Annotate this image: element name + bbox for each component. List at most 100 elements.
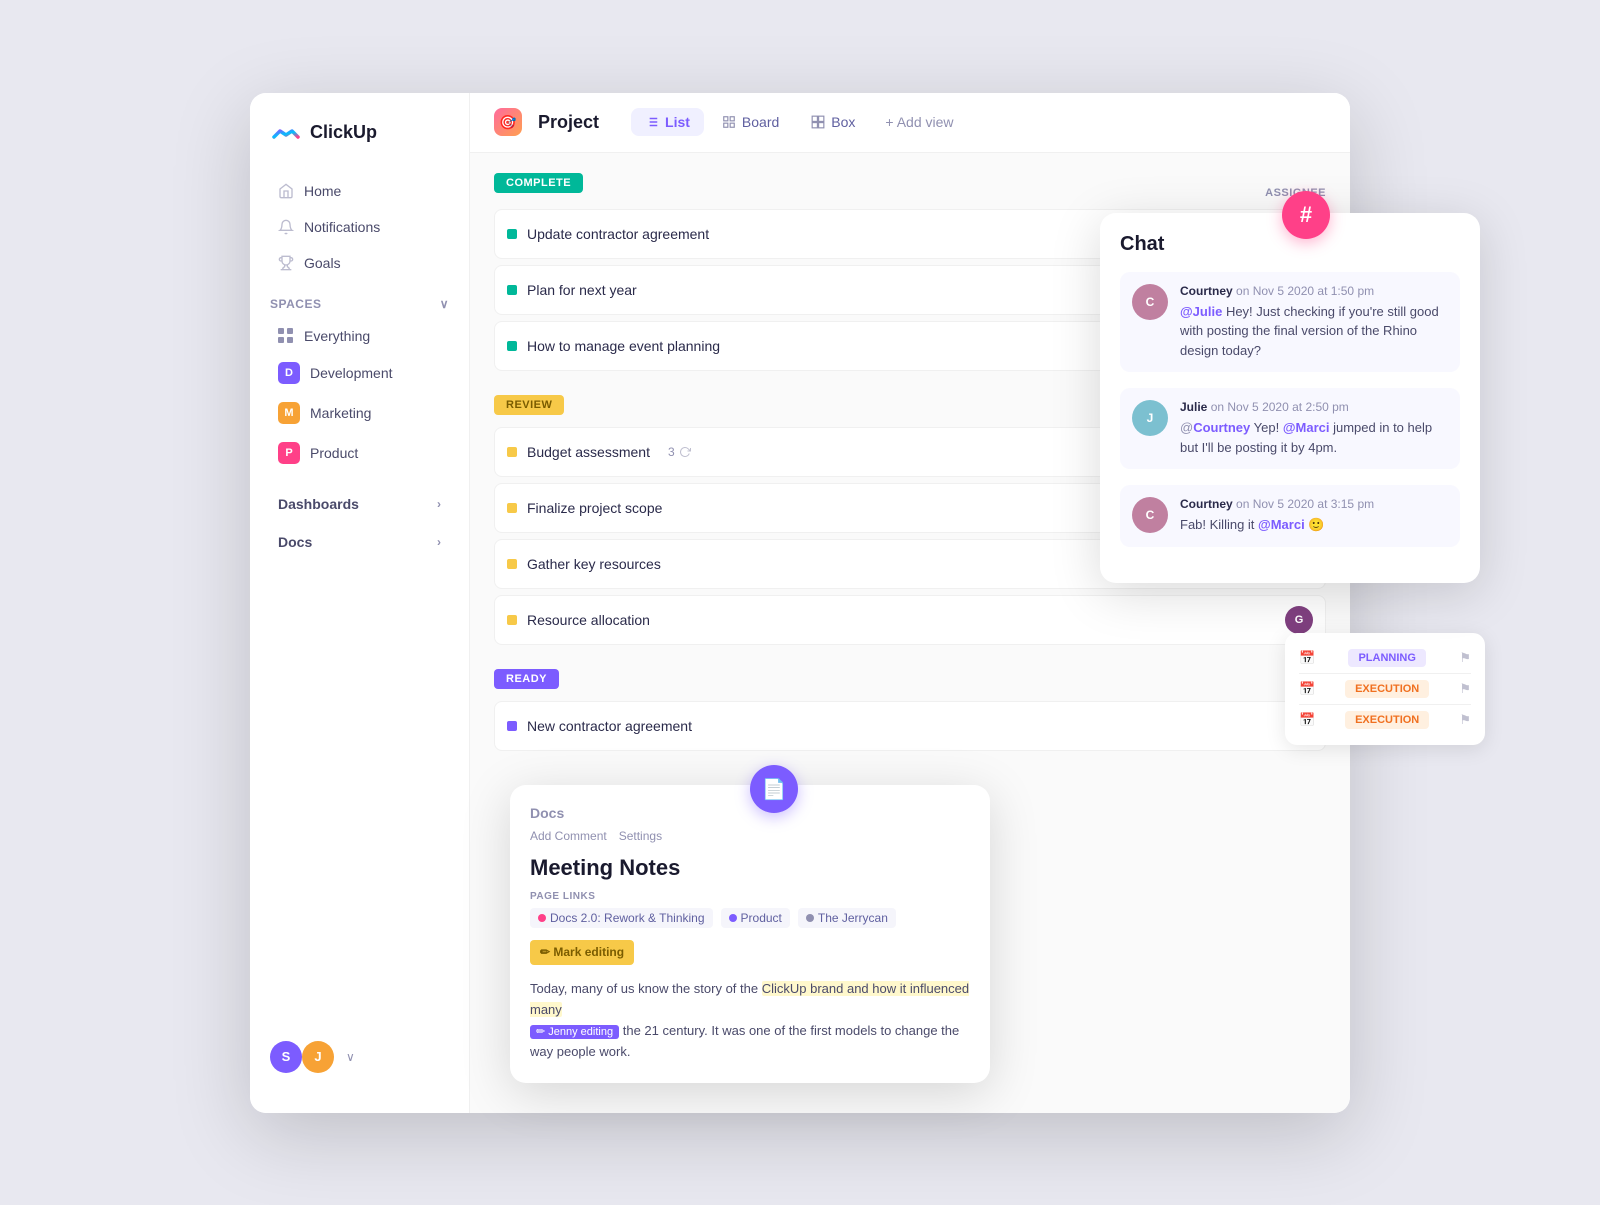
docs-heading: Meeting Notes bbox=[530, 855, 970, 881]
task-count-badge: 3 bbox=[668, 445, 691, 459]
page-link[interactable]: Product bbox=[721, 908, 790, 928]
chat-title: Chat bbox=[1120, 233, 1460, 256]
task-left: New contractor agreement bbox=[507, 718, 692, 734]
mention-marci3: @Marci bbox=[1258, 517, 1305, 532]
docs-toolbar: Add Comment Settings bbox=[530, 829, 970, 843]
calendar-icon: 📅 bbox=[1299, 712, 1315, 728]
sidebar-label-everything: Everything bbox=[304, 328, 370, 344]
clickup-logo-icon bbox=[270, 117, 302, 149]
sidebar-item-home[interactable]: Home bbox=[258, 174, 461, 208]
page-link[interactable]: Docs 2.0: Rework & Thinking bbox=[530, 908, 713, 928]
board-icon bbox=[722, 115, 736, 129]
chat-body: Julie on Nov 5 2020 at 2:50 pm @Courtney… bbox=[1180, 400, 1448, 457]
task-name: Plan for next year bbox=[527, 282, 637, 298]
settings-button[interactable]: Settings bbox=[619, 829, 662, 843]
tab-list[interactable]: List bbox=[631, 108, 704, 136]
chat-message: J Julie on Nov 5 2020 at 2:50 pm @Courtn… bbox=[1120, 388, 1460, 469]
chat-avatar: J bbox=[1132, 400, 1168, 436]
task-left: Resource allocation bbox=[507, 612, 650, 628]
chat-text: @Julie Hey! Just checking if you're stil… bbox=[1180, 302, 1448, 361]
page-link-dot bbox=[806, 914, 814, 922]
table-row[interactable]: Resource allocation G bbox=[494, 595, 1326, 645]
sidebar-item-dashboards[interactable]: Dashboards › bbox=[258, 486, 461, 522]
tab-box[interactable]: Box bbox=[797, 108, 869, 136]
docs-body-text: Today, many of us know the story of the … bbox=[530, 979, 970, 1062]
mention: @Julie bbox=[1180, 304, 1222, 319]
sidebar-item-development[interactable]: D Development bbox=[258, 354, 461, 392]
sidebar-label-product: Product bbox=[310, 445, 358, 461]
page-links: Docs 2.0: Rework & Thinking Product The … bbox=[530, 908, 970, 928]
sidebar-label-goals: Goals bbox=[304, 255, 341, 271]
calendar-icon: 📅 bbox=[1299, 681, 1315, 697]
page-links-label: PAGE LINKS bbox=[530, 891, 970, 902]
tag-pill-execution: EXECUTION bbox=[1345, 680, 1429, 698]
refresh-icon bbox=[679, 446, 691, 458]
spaces-chevron[interactable]: ∨ bbox=[440, 297, 449, 311]
app-shell: ClickUp Home Notifications bbox=[250, 93, 1350, 1113]
add-view-button[interactable]: + Add view bbox=[873, 108, 965, 136]
chat-hashtag-icon: # bbox=[1282, 191, 1330, 239]
top-bar: 🎯 Project List Board bbox=[470, 93, 1350, 153]
sidebar-item-product[interactable]: P Product bbox=[258, 434, 461, 472]
chat-body: Courtney on Nov 5 2020 at 1:50 pm @Julie… bbox=[1180, 284, 1448, 361]
page-link-dot bbox=[729, 914, 737, 922]
highlight-text: ClickUp brand and how it influenced many bbox=[530, 981, 969, 1017]
tag-row: 📅 PLANNING ⚑ bbox=[1299, 643, 1471, 674]
chat-avatar: C bbox=[1132, 497, 1168, 533]
task-left: Budget assessment 3 bbox=[507, 444, 691, 460]
chat-meta: Courtney on Nov 5 2020 at 1:50 pm bbox=[1180, 284, 1448, 298]
tab-board[interactable]: Board bbox=[708, 108, 793, 136]
mark-editing-button[interactable]: ✏ Mark editing bbox=[530, 940, 634, 965]
sidebar-label-marketing: Marketing bbox=[310, 405, 371, 421]
add-comment-button[interactable]: Add Comment bbox=[530, 829, 607, 843]
chat-message: C Courtney on Nov 5 2020 at 1:50 pm @Jul… bbox=[1120, 272, 1460, 373]
task-left: Gather key resources bbox=[507, 556, 661, 572]
logo[interactable]: ClickUp bbox=[250, 117, 469, 173]
chat-text: Fab! Killing it @Marci 🙂 bbox=[1180, 515, 1374, 535]
task-dot-green bbox=[507, 341, 517, 351]
docs-title-label: Docs bbox=[530, 805, 970, 821]
trophy-icon bbox=[278, 255, 294, 271]
table-row[interactable]: New contractor agreement H bbox=[494, 701, 1326, 751]
grid-icon bbox=[278, 328, 294, 344]
sidebar-item-everything[interactable]: Everything bbox=[258, 320, 461, 352]
box-icon bbox=[811, 115, 825, 129]
tag-pill-planning: PLANNING bbox=[1348, 649, 1425, 667]
task-left: Plan for next year bbox=[507, 282, 637, 298]
tag-pill-execution2: EXECUTION bbox=[1345, 711, 1429, 729]
task-dot-yellow bbox=[507, 559, 517, 569]
task-dot-green bbox=[507, 285, 517, 295]
sidebar-label-development: Development bbox=[310, 365, 393, 381]
sidebar-item-docs[interactable]: Docs › bbox=[258, 524, 461, 560]
chat-text: @Courtney Yep! @Marci jumped in to help … bbox=[1180, 418, 1448, 457]
task-name: How to manage event planning bbox=[527, 338, 720, 354]
dev-dot: D bbox=[278, 362, 300, 384]
sidebar-label-home: Home bbox=[304, 183, 341, 199]
page-link[interactable]: The Jerrycan bbox=[798, 908, 896, 928]
flag-icon: ⚑ bbox=[1459, 650, 1471, 666]
sidebar-item-notifications[interactable]: Notifications bbox=[258, 210, 461, 244]
avatar-chevron: ∨ bbox=[346, 1050, 355, 1064]
docs-floating-button[interactable]: 📄 bbox=[750, 765, 798, 813]
avatar-s: S bbox=[270, 1041, 302, 1073]
status-group-ready: READY New contractor agreement H bbox=[494, 669, 1326, 751]
user-avatar-row[interactable]: S J ∨ bbox=[250, 1025, 469, 1089]
calendar-icon: 📅 bbox=[1299, 650, 1315, 666]
task-dot-yellow bbox=[507, 447, 517, 457]
docs-body: ✏ Mark editing Today, many of us know th… bbox=[530, 940, 970, 1062]
chat-body: Courtney on Nov 5 2020 at 3:15 pm Fab! K… bbox=[1180, 497, 1374, 535]
spaces-header: Spaces ∨ bbox=[250, 281, 469, 319]
sidebar-item-goals[interactable]: Goals bbox=[258, 246, 461, 280]
status-badge-review: REVIEW bbox=[494, 395, 564, 415]
mention-courtney: Courtney bbox=[1193, 420, 1250, 435]
docs-chevron: › bbox=[437, 535, 441, 549]
sidebar-item-marketing[interactable]: M Marketing bbox=[258, 394, 461, 432]
bell-icon bbox=[278, 219, 294, 235]
chat-panel: # Chat C Courtney on Nov 5 2020 at 1:50 … bbox=[1100, 213, 1480, 583]
chat-meta: Julie on Nov 5 2020 at 2:50 pm bbox=[1180, 400, 1448, 414]
task-dot-yellow bbox=[507, 503, 517, 513]
prod-dot: P bbox=[278, 442, 300, 464]
docs-panel: 📄 Docs Add Comment Settings Meeting Note… bbox=[510, 785, 990, 1082]
task-name: Resource allocation bbox=[527, 612, 650, 628]
chat-meta: Courtney on Nov 5 2020 at 3:15 pm bbox=[1180, 497, 1374, 511]
